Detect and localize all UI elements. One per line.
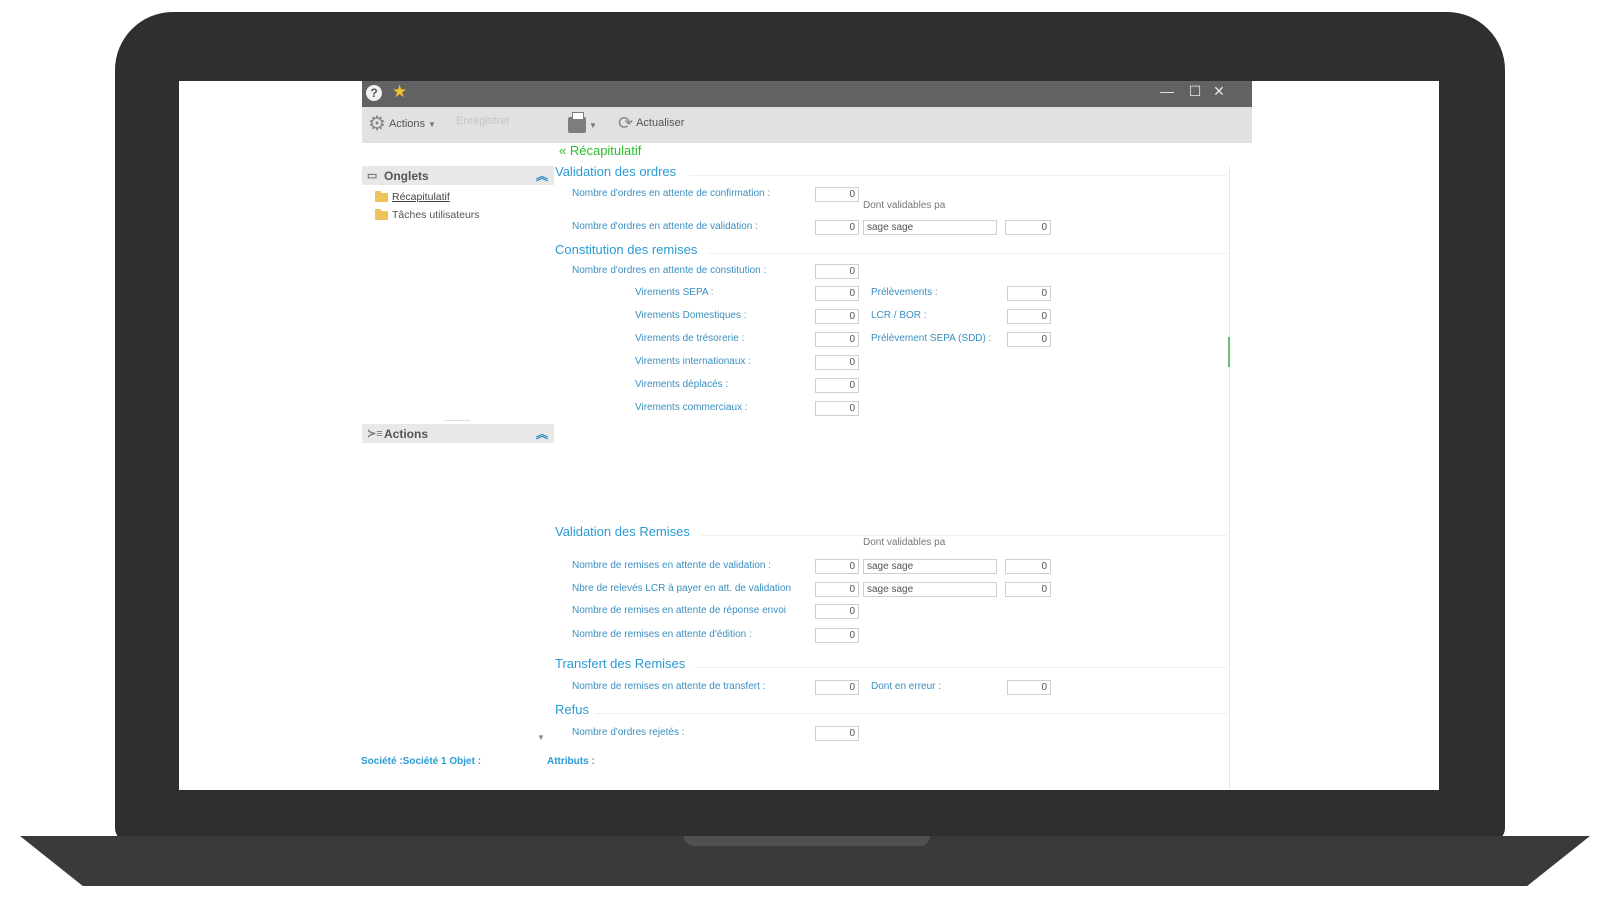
international-transfers-field[interactable]: 0	[815, 355, 859, 370]
dont-validables-label: Dont validables pa	[863, 537, 946, 548]
transfer-pending-label: Nombre de remises en attente de transfer…	[572, 681, 766, 692]
edition-pending-label: Nombre de remises en attente d'édition :	[572, 629, 752, 640]
tabs-panel-header[interactable]: ▭ Onglets ︽	[362, 166, 554, 185]
validation-user-count-field[interactable]: 0	[1005, 220, 1051, 235]
folder-icon	[375, 190, 388, 202]
moved-transfers-label: Virements déplacés :	[635, 379, 729, 390]
section-divider	[689, 175, 1227, 176]
collapse-up-icon[interactable]: ︽	[536, 167, 548, 184]
direct-debits-field[interactable]: 0	[1007, 286, 1051, 301]
folder-icon	[375, 208, 388, 220]
domestic-transfers-label: Virements Domestiques :	[635, 310, 747, 321]
refresh-label: Actualiser	[636, 117, 685, 129]
commercial-transfers-field[interactable]: 0	[815, 401, 859, 416]
section-title-validation-remises: Validation des Remises	[555, 524, 690, 539]
remises-validation-user-count-field[interactable]: 0	[1005, 559, 1051, 574]
sepa-transfers-field[interactable]: 0	[815, 286, 859, 301]
validation-count-field[interactable]: 0	[815, 220, 859, 235]
section-divider	[695, 667, 1227, 668]
edition-pending-field[interactable]: 0	[815, 628, 859, 643]
tabs-panel-title: Onglets	[384, 169, 429, 183]
error-count-label: Dont en erreur :	[871, 681, 942, 692]
favorite-star-icon[interactable]: ★	[392, 82, 407, 102]
actions-panel-title: Actions	[384, 427, 429, 441]
print-menu-button[interactable]: ▼	[568, 112, 597, 133]
commercial-transfers-label: Virements commerciaux :	[635, 402, 748, 413]
lcr-statements-user-count-field[interactable]: 0	[1005, 582, 1051, 597]
toolbar: ⚙ Actions ▼ Enregistrer ▼ ⟳ Actualiser	[362, 107, 1252, 143]
gear-icon: ⚙	[368, 113, 386, 135]
dont-validables-label: Dont validables pa	[863, 200, 946, 211]
sepa-transfers-label: Virements SEPA :	[635, 287, 714, 298]
lcr-statements-field[interactable]: 0	[815, 582, 859, 597]
scroll-down-icon[interactable]: ▼	[537, 733, 545, 742]
rejected-orders-field[interactable]: 0	[815, 726, 859, 741]
save-button[interactable]: Enregistrer	[456, 115, 510, 127]
section-title-refus: Refus	[555, 702, 589, 717]
error-count-field[interactable]: 0	[1007, 680, 1051, 695]
transfer-pending-field[interactable]: 0	[815, 680, 859, 695]
minimize-button[interactable]: —	[1158, 83, 1176, 99]
section-divider	[595, 713, 1227, 714]
window-titlebar: ? ★ — ☐ ✕	[362, 81, 1252, 107]
section-divider	[701, 535, 1227, 536]
sepa-sdd-label: Prélèvement SEPA (SDD) :	[871, 333, 992, 344]
chevron-down-icon: ▼	[428, 119, 436, 129]
confirmation-label: Nombre d'ordres en attente de confirmati…	[572, 188, 771, 199]
printer-icon	[568, 112, 586, 133]
validation-user-field[interactable]: sage sage	[863, 220, 997, 235]
status-attributes: Attributs :	[547, 756, 595, 767]
chevron-down-icon: ▼	[589, 120, 597, 130]
lcr-bor-label: LCR / BOR :	[871, 310, 927, 321]
response-pending-label: Nombre de remises en attente de réponse …	[572, 605, 787, 616]
lcr-statements-user-field[interactable]: sage sage	[863, 582, 997, 597]
remises-validation-label: Nombre de remises en attente de validati…	[572, 560, 771, 571]
remises-validation-field[interactable]: 0	[815, 559, 859, 574]
constitution-label: Nombre d'ordres en attente de constituti…	[572, 265, 767, 276]
maximize-button[interactable]: ☐	[1186, 83, 1204, 100]
constitution-count-field[interactable]: 0	[815, 264, 859, 279]
international-transfers-label: Virements internationaux :	[635, 356, 751, 367]
status-company: Société :Société 1 Objet :	[361, 756, 482, 767]
section-divider	[709, 253, 1227, 254]
rejected-orders-label: Nombre d'ordres rejetés :	[572, 727, 685, 738]
scroll-indicator	[1228, 337, 1230, 367]
response-pending-field[interactable]: 0	[815, 604, 859, 619]
direct-debits-label: Prélèvements :	[871, 287, 938, 298]
sepa-sdd-field[interactable]: 0	[1007, 332, 1051, 347]
close-button[interactable]: ✕	[1210, 83, 1228, 100]
actions-menu-label: Actions	[388, 118, 426, 130]
sidebar-item-recapitulatif[interactable]: Récapitulatif	[375, 190, 450, 203]
window-right-border	[1229, 166, 1230, 790]
screen: ? ★ — ☐ ✕ ⚙ Actions ▼ Enregistrer ▼ ⟳ Ac…	[179, 81, 1439, 790]
panel-divider[interactable]	[444, 420, 470, 421]
sidebar-item-label: Tâches utilisateurs	[392, 209, 480, 221]
section-title-transfert-remises: Transfert des Remises	[555, 656, 686, 671]
save-label: Enregistrer	[456, 115, 510, 127]
moved-transfers-field[interactable]: 0	[815, 378, 859, 393]
section-title-validation-ordres: Validation des ordres	[555, 164, 677, 179]
laptop-notch	[684, 836, 930, 846]
domestic-transfers-field[interactable]: 0	[815, 309, 859, 324]
treasury-transfers-field[interactable]: 0	[815, 332, 859, 347]
sidebar-item-taches-utilisateurs[interactable]: Tâches utilisateurs	[375, 208, 480, 221]
collapse-up-icon[interactable]: ︽	[536, 425, 548, 442]
lcr-statements-label: Nbre de relevés LCR à payer en att. de v…	[572, 583, 792, 594]
actions-panel-header[interactable]: ≻≡ Actions ︽	[362, 424, 554, 443]
panel-window-icon: ▭	[367, 170, 378, 182]
treasury-transfers-label: Virements de trésorerie :	[635, 333, 745, 344]
actions-list-icon: ≻≡	[367, 428, 383, 440]
confirmation-count-field[interactable]: 0	[815, 187, 859, 202]
refresh-icon: ⟳	[618, 113, 634, 133]
refresh-button[interactable]: ⟳ Actualiser	[618, 113, 685, 133]
breadcrumb[interactable]: « Récapitulatif	[559, 143, 641, 158]
sidebar-item-label: Récapitulatif	[392, 191, 450, 203]
section-title-constitution-remises: Constitution des remises	[555, 242, 698, 257]
remises-validation-user-field[interactable]: sage sage	[863, 559, 997, 574]
help-icon[interactable]: ?	[366, 85, 382, 101]
lcr-bor-field[interactable]: 0	[1007, 309, 1051, 324]
actions-menu-button[interactable]: ⚙ Actions ▼	[368, 113, 436, 135]
validation-label: Nombre d'ordres en attente de validation…	[572, 221, 758, 232]
